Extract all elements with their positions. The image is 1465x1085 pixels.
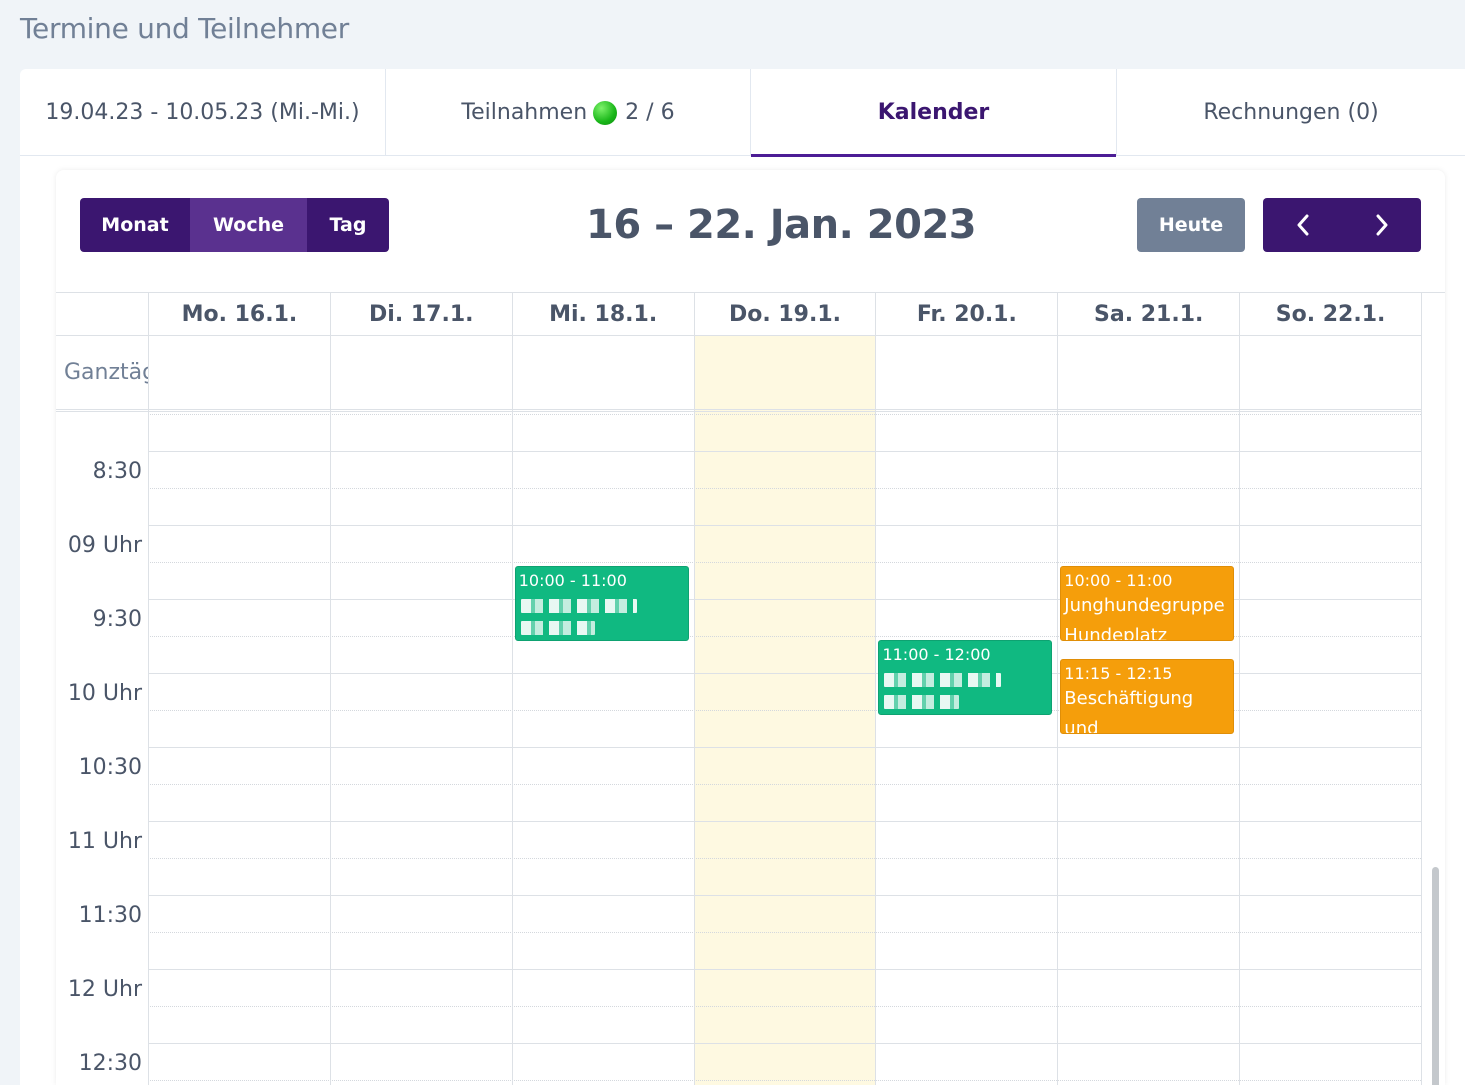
- column-divider: [875, 293, 877, 1085]
- slot-line: [148, 932, 1421, 933]
- tab-invoices[interactable]: Rechnungen (0): [1117, 69, 1465, 156]
- slot-line: [148, 414, 1421, 415]
- slot-line: [148, 1006, 1421, 1007]
- column-divider: [1057, 293, 1059, 1085]
- tab-calendar-label: Kalender: [877, 100, 990, 125]
- calendar-event[interactable]: 10:00 - 11:00JunghundegruppeHundeplatzHo…: [1060, 566, 1235, 641]
- tab-invoices-label: Rechnungen (0): [1203, 100, 1379, 125]
- column-divider: [693, 293, 695, 1085]
- slot-line: [148, 747, 1421, 748]
- slot-line: [148, 784, 1421, 785]
- time-label: 12:30: [78, 1051, 142, 1076]
- tab-bar: 19.04.23 - 10.05.23 (Mi.-Mi.) Teilnahmen…: [20, 69, 1465, 157]
- status-dot-icon: [593, 100, 618, 125]
- day-header: Do. 19.1.: [693, 293, 876, 336]
- time-label: 11:30: [78, 903, 142, 928]
- slot-line: [148, 969, 1421, 970]
- tab-calendar[interactable]: Kalender: [751, 69, 1117, 157]
- event-title-line: und: [1064, 717, 1099, 734]
- calendar-event[interactable]: 10:00 - 11:00: [514, 566, 689, 641]
- event-time: 10:00 - 11:00: [1064, 571, 1173, 590]
- day-header: Fr. 20.1.: [875, 293, 1057, 336]
- view-switcher: Monat Woche Tag: [80, 198, 389, 252]
- chevron-left-icon: [1297, 214, 1308, 236]
- redacted-text: [520, 621, 596, 635]
- time-label: 10:30: [78, 755, 142, 780]
- day-header: Di. 17.1.: [329, 293, 512, 336]
- column-divider: [511, 293, 513, 1085]
- week-grid: Mo. 16.1. Di. 17.1. Mi. 18.1. Do. 19.1. Fr. …: [56, 292, 1445, 1085]
- time-label: 09 Uhr: [67, 533, 142, 558]
- course-card: 19.04.23 - 10.05.23 (Mi.-Mi.) Teilnahmen…: [20, 69, 1465, 1085]
- slot-line: [148, 895, 1421, 896]
- month-view-button[interactable]: Monat: [80, 198, 190, 252]
- nav-buttons: [1263, 198, 1421, 252]
- event-title-line: Junghundegruppe: [1064, 595, 1225, 616]
- column-divider: [329, 293, 331, 1085]
- calendar-panel: Monat Woche Tag 16 – 22. Jan. 2023 Heute…: [56, 170, 1445, 1085]
- chevron-right-icon: [1376, 214, 1387, 236]
- time-label: 12 Uhr: [67, 977, 142, 1002]
- column-divider: [1239, 293, 1241, 1085]
- page-title: Termine und Teilnehmer: [20, 12, 349, 45]
- slot-line: [148, 1080, 1421, 1081]
- day-header: Mi. 18.1.: [511, 293, 694, 336]
- week-view-button[interactable]: Woche: [190, 198, 307, 252]
- slot-line: [148, 451, 1421, 452]
- allday-row: Ganztägig: [56, 336, 1421, 412]
- slot-line: [148, 821, 1421, 822]
- slot-line: [148, 525, 1421, 526]
- day-header-row: Mo. 16.1. Di. 17.1. Mi. 18.1. Do. 19.1. Fr. …: [56, 293, 1421, 336]
- calendar-event[interactable]: 11:00 - 12:00: [878, 640, 1053, 715]
- event-title-line: Hundeplatz: [1064, 625, 1168, 641]
- event-title-line: Beschäftigung: [1064, 687, 1194, 709]
- column-divider: [148, 293, 149, 1085]
- scrollbar[interactable]: [1432, 867, 1439, 1085]
- day-header: So. 22.1.: [1239, 293, 1421, 336]
- today-button[interactable]: Heute: [1137, 198, 1245, 252]
- calendar-range-title: 16 – 22. Jan. 2023: [586, 202, 977, 248]
- slot-line: [148, 488, 1421, 489]
- tab-participants[interactable]: Teilnahmen 2 / 6: [386, 69, 751, 156]
- redacted-text: [884, 673, 1001, 687]
- redacted-text: [884, 695, 960, 709]
- day-header: Sa. 21.1.: [1057, 293, 1239, 336]
- slot-line: [148, 858, 1421, 859]
- calendar-event[interactable]: 11:15 - 12:15BeschäftigungundAlltagstrai…: [1060, 658, 1235, 734]
- time-label: 9:30: [92, 607, 142, 632]
- event-time: 10:00 - 11:00: [518, 571, 627, 590]
- slot-line: [148, 1043, 1421, 1044]
- column-divider: [1421, 293, 1423, 1085]
- time-label: 10 Uhr: [67, 681, 142, 706]
- day-view-button[interactable]: Tag: [307, 198, 389, 252]
- next-week-button[interactable]: [1342, 198, 1421, 252]
- event-time: 11:15 - 12:15: [1064, 663, 1173, 683]
- tab-participants-label: Teilnahmen: [461, 100, 588, 125]
- tab-dates[interactable]: 19.04.23 - 10.05.23 (Mi.-Mi.): [20, 69, 386, 156]
- tab-dates-label: 19.04.23 - 10.05.23 (Mi.-Mi.): [45, 100, 360, 125]
- day-header: Mo. 16.1.: [148, 293, 330, 336]
- time-label: 8:30: [92, 459, 142, 484]
- time-label: 11 Uhr: [67, 829, 142, 854]
- event-time: 11:00 - 12:00: [882, 645, 991, 664]
- participants-count: 2 / 6: [625, 100, 675, 125]
- slot-line: [148, 562, 1421, 563]
- redacted-text: [520, 599, 637, 613]
- allday-label: Ganztägig: [64, 360, 148, 385]
- prev-week-button[interactable]: [1263, 198, 1342, 252]
